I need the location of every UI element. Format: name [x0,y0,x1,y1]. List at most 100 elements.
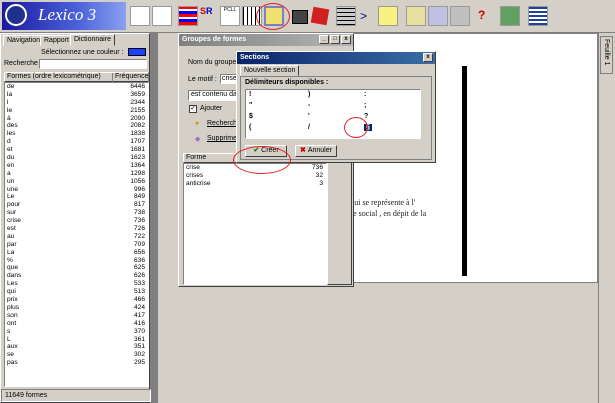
delimiter-item[interactable]: / [308,124,310,131]
left-panel: Navigation Rapport Dictionnaire Sélectio… [0,33,151,403]
close-button[interactable]: x [341,35,351,44]
list-item[interactable]: en 1364 [5,162,148,170]
list-item[interactable]: du 1623 [5,154,148,162]
forms-list[interactable]: de 6446 la 3659 l 2344 le 2155 à 2090 des 2082 les 18… [4,82,149,387]
delimiter-item[interactable]: ( [249,124,251,131]
delimiters-grid[interactable]: !): " -; $ '?(/ § [245,89,421,139]
results-list[interactable]: crise 736 crises 32 anticrise 3 [183,163,327,285]
calc-icon[interactable] [450,6,470,26]
form-frequency: 722 [133,232,145,240]
list-item[interactable]: dans 626 [5,272,148,280]
form-word: par [7,240,17,248]
search-input[interactable] [39,59,147,69]
annuler-button[interactable]: ✖ Annuler [295,145,337,157]
delimiter-item[interactable]: ' [308,113,310,120]
delimiter-item[interactable]: : [364,91,366,98]
form-word: en [7,161,15,169]
list-item[interactable]: le 2155 [5,107,148,115]
list-item[interactable]: Les 533 [5,280,148,288]
list-item[interactable]: la 3659 [5,91,148,99]
list-item[interactable]: se 302 [5,351,148,359]
result-frequency: 32 [315,171,323,179]
list-item[interactable]: La 656 [5,249,148,257]
list-item[interactable]: des 2082 [5,122,148,130]
delimiter-item[interactable]: - [308,102,310,109]
list-item[interactable]: pas 295 [5,359,148,367]
delimiter-item[interactable]: ! [249,91,251,98]
tag-icon[interactable] [378,6,398,26]
delimiter-item[interactable]: " [249,102,252,109]
list-item[interactable]: un 1056 [5,178,148,186]
result-word: crises [186,171,204,179]
list-item[interactable]: est 726 [5,225,148,233]
tab-nouvelle-section[interactable]: Nouvelle section [240,65,300,76]
list-item[interactable]: aux 351 [5,343,148,351]
col-forme-header[interactable]: Formes (ordre lexicométrique) [5,73,113,82]
list-item[interactable]: crise 736 [5,217,148,225]
sections-titlebar[interactable]: Sections x [237,52,435,64]
list-item[interactable]: au 722 [5,233,148,241]
results-scroll[interactable] [327,153,352,285]
list-item[interactable]: % 636 [5,257,148,265]
pcll-icon[interactable]: PCLL [220,6,240,26]
document-line: laise social , en dépit de la [342,209,427,218]
result-word: crise [186,164,200,171]
exit-icon[interactable] [500,6,520,26]
form-word: d [7,138,11,146]
maximize-button[interactable]: □ [330,35,340,44]
result-row[interactable]: anticrise 3 [184,180,326,188]
contenu-select[interactable]: est contenu da [188,90,238,101]
list-item[interactable]: son 417 [5,312,148,320]
list-item[interactable]: Le 849 [5,193,148,201]
delimiter-item[interactable]: ) [308,91,310,98]
list-item[interactable]: s 370 [5,328,148,336]
list-item[interactable]: de 6446 [5,83,148,91]
delimiter-item[interactable]: ? [364,113,368,120]
tab-rapport[interactable]: Rapport [40,35,73,46]
list-item[interactable]: et 1681 [5,146,148,154]
list-icon[interactable] [336,6,356,26]
minimize-button[interactable]: _ [319,35,329,44]
list-item[interactable]: l 2344 [5,99,148,107]
tab-feuille[interactable]: Feuille 1 [600,36,613,74]
help-icon[interactable]: ? [478,8,485,22]
col-freq-header[interactable]: Fréquence [113,73,149,82]
chart-icon[interactable] [178,6,198,26]
color-picker[interactable] [128,48,146,56]
list-item[interactable]: ont 416 [5,320,148,328]
form-frequency: 1681 [130,146,145,154]
list-item[interactable]: que 625 [5,264,148,272]
delimiter-item[interactable]: $ [249,113,253,120]
list-item[interactable]: a 1298 [5,170,148,178]
list-item[interactable]: par 709 [5,241,148,249]
cube-icon[interactable] [310,6,330,26]
list-item[interactable]: L 361 [5,336,148,344]
list-item[interactable]: qui 513 [5,288,148,296]
list-item[interactable]: une 996 [5,186,148,194]
grid-icon[interactable] [292,10,308,24]
stack-icon[interactable] [528,6,548,26]
delimiter-item[interactable]: ; [364,102,366,109]
arrow-icon[interactable]: > [360,9,367,23]
sr-icon[interactable]: SR [200,6,218,26]
form-frequency: 817 [133,201,145,209]
status-bar: 11649 formes [1,389,151,402]
tags-icon[interactable] [406,6,426,26]
ajouter-checkbox[interactable]: ✓ [189,105,197,113]
groupes-titlebar[interactable]: Groupes de formes _ □ x [179,34,353,46]
list-item[interactable]: les 1838 [5,130,148,138]
palette-icon[interactable] [152,6,172,26]
notes-icon[interactable] [130,6,150,26]
list-item[interactable]: d 1707 [5,138,148,146]
sections-close-button[interactable]: x [423,53,433,62]
rechercher-button[interactable]: Recherch [207,120,237,127]
tab-dictionnaire[interactable]: Dictionnaire [70,34,115,46]
list-item[interactable]: sur 738 [5,209,148,217]
tab-navigation[interactable]: Navigation [3,35,45,46]
supprimer-button[interactable]: Supprime [207,135,237,142]
list-item[interactable]: pour 817 [5,201,148,209]
tags2-icon[interactable] [428,6,448,26]
list-item[interactable]: à 2090 [5,115,148,123]
list-item[interactable]: plus 424 [5,304,148,312]
list-item[interactable]: prix 466 [5,296,148,304]
